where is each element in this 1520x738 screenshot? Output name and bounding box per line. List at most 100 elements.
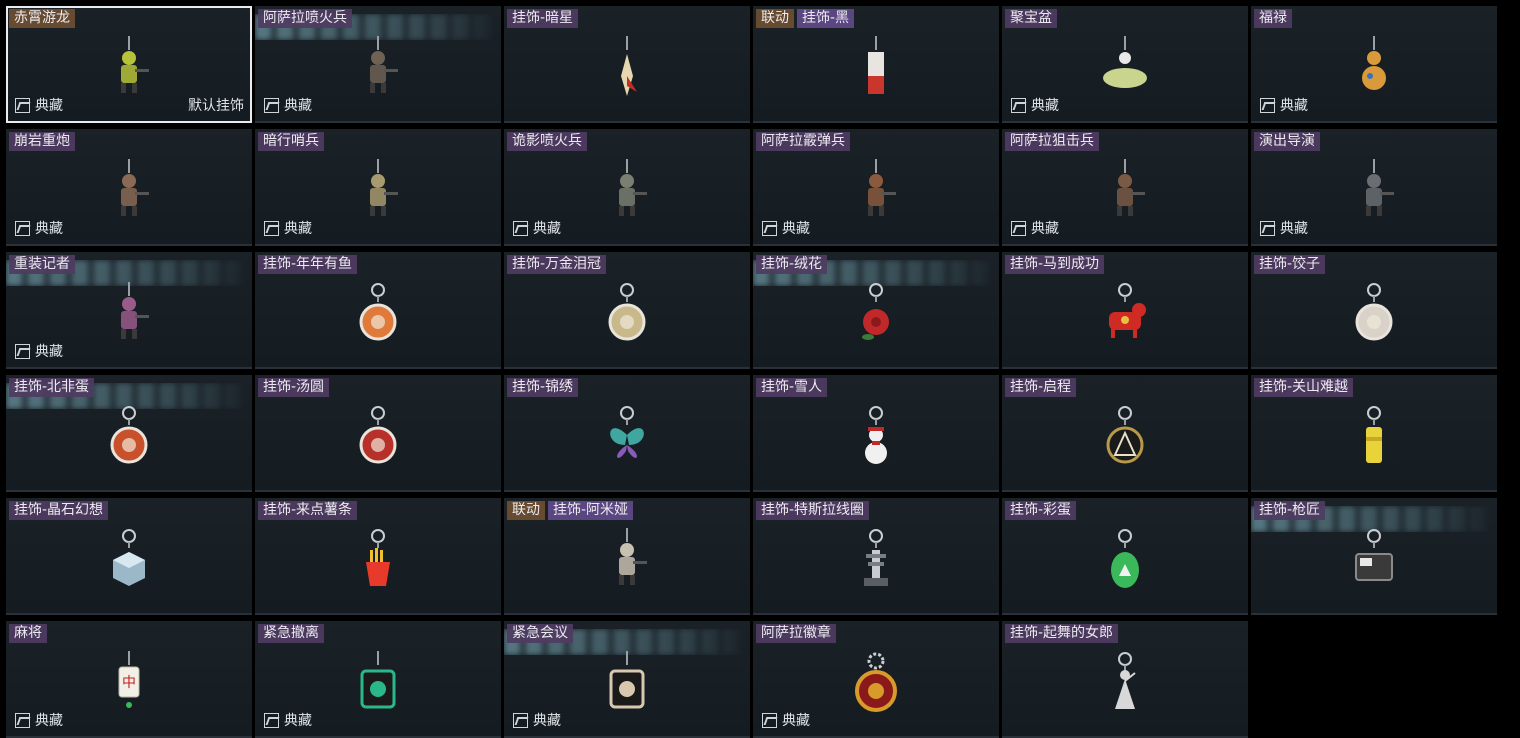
collection-icon xyxy=(264,712,279,728)
tangyuan-bowl-charm xyxy=(359,406,397,464)
charm-card[interactable]: 挂饰-绒花 xyxy=(753,252,999,369)
gourd-charm xyxy=(1362,36,1386,91)
green-egg-charm xyxy=(1111,529,1139,589)
charm-label-row: 福禄 xyxy=(1254,9,1292,28)
charm-card[interactable]: 紧急会议 典藏 xyxy=(504,621,750,738)
collection-badge: 典藏 xyxy=(1011,218,1059,238)
charm-title: 挂饰-绒花 xyxy=(756,255,828,274)
charm-card[interactable]: 联动 挂饰-黑 xyxy=(753,6,999,123)
director-charm xyxy=(1366,159,1394,217)
charm-card[interactable]: 挂饰-起舞的女郎 xyxy=(1002,621,1248,738)
charm-title: 挂饰-汤圆 xyxy=(258,378,330,397)
collection-icon xyxy=(513,712,528,728)
charm-label-row: 聚宝盆 xyxy=(1005,9,1057,28)
collection-badge: 典藏 xyxy=(15,95,63,115)
charm-card[interactable]: 挂饰-饺子 xyxy=(1251,252,1497,369)
collection-label: 典藏 xyxy=(1280,221,1308,237)
collection-icon xyxy=(15,220,30,236)
charm-title: 挂饰-暗星 xyxy=(507,9,579,28)
collection-label: 典藏 xyxy=(782,221,810,237)
charm-title: 挂饰-特斯拉线圈 xyxy=(756,501,870,520)
golden-crown-charm xyxy=(608,283,646,341)
charm-title: 挂饰-起舞的女郎 xyxy=(1005,624,1119,643)
charm-card[interactable]: 重装记者典藏 xyxy=(6,252,252,369)
charm-label-row: 阿萨拉喷火兵 xyxy=(258,9,352,28)
charm-card[interactable]: 演出导演 典藏 xyxy=(1251,129,1497,246)
charm-card[interactable]: 联动 挂饰-阿米娅 xyxy=(504,498,750,615)
charm-label-row: 赤霄游龙 xyxy=(9,9,75,28)
charm-title: 重装记者 xyxy=(9,255,75,274)
dragon-figure-charm xyxy=(121,36,149,94)
charm-label-row: 联动 挂饰-黑 xyxy=(756,9,855,28)
charm-label-row: 麻将 xyxy=(9,624,47,643)
charm-card[interactable]: 崩岩重炮 典藏 xyxy=(6,129,252,246)
charm-grid: 赤霄游龙 典藏 默认挂饰 阿萨拉喷火兵 典藏 挂饰-暗星 联动 挂饰-黑 聚宝盆 典藏 福禄 典藏 崩岩… xyxy=(6,6,1497,738)
collection-icon xyxy=(1260,97,1275,113)
charm-label-row: 挂饰-锦绣 xyxy=(507,378,579,397)
charm-label-row: 阿萨拉狙击兵 xyxy=(1005,132,1099,151)
charm-card[interactable]: 挂饰-枪匠 xyxy=(1251,498,1497,615)
charm-card[interactable]: 挂饰-汤圆 xyxy=(255,375,501,492)
charm-label-row: 挂饰-彩蛋 xyxy=(1005,501,1077,520)
black-card-charm xyxy=(868,36,884,95)
charm-card[interactable]: 暗行哨兵典藏 xyxy=(255,129,501,246)
charm-card[interactable]: 挂饰-特斯拉线圈 xyxy=(753,498,999,615)
charm-card[interactable]: 挂饰-来点薯条 xyxy=(255,498,501,615)
collection-label: 典藏 xyxy=(284,221,312,237)
charm-title: 聚宝盆 xyxy=(1005,9,1057,28)
charm-label-row: 挂饰-来点薯条 xyxy=(258,501,358,520)
charm-card[interactable]: 挂饰-年年有鱼 xyxy=(255,252,501,369)
charm-card[interactable]: 挂饰-彩蛋 xyxy=(1002,498,1248,615)
collection-label: 典藏 xyxy=(35,713,63,729)
charm-card[interactable]: 阿萨拉霰弹兵 典藏 xyxy=(753,129,999,246)
charm-card[interactable]: 挂饰-北非蛋 xyxy=(6,375,252,492)
charm-label-row: 挂饰-马到成功 xyxy=(1005,255,1105,274)
charm-card[interactable]: 赤霄游龙典藏 默认挂饰 xyxy=(6,6,252,123)
shakshuka-charm xyxy=(110,406,148,464)
charm-card[interactable]: 挂饰-万金泪冠 xyxy=(504,252,750,369)
asala-badge-charm xyxy=(855,652,897,713)
charm-card[interactable]: 聚宝盆 典藏 xyxy=(1002,6,1248,123)
charm-card[interactable]: 挂饰-马到成功 xyxy=(1002,252,1248,369)
charm-card[interactable]: 福禄典藏 xyxy=(1251,6,1497,123)
collection-label: 典藏 xyxy=(782,713,810,729)
collection-badge: 典藏 xyxy=(15,218,63,238)
charm-title: 挂饰-关山难越 xyxy=(1254,378,1354,397)
charm-card[interactable]: 挂饰-启程 xyxy=(1002,375,1248,492)
charm-card[interactable]: 挂饰-关山难越 xyxy=(1251,375,1497,492)
armored-reporter-charm xyxy=(121,282,149,340)
charm-title: 暗行哨兵 xyxy=(258,132,324,151)
mahjong-tile-charm: 中 xyxy=(118,651,140,709)
collection-badge: 典藏 xyxy=(1260,95,1308,115)
charm-card[interactable]: 挂饰-晶石幻想 xyxy=(6,498,252,615)
charm-label-row: 阿萨拉徽章 xyxy=(756,624,836,643)
charm-card[interactable]: 诡影喷火兵 典藏 xyxy=(504,129,750,246)
charm-title: 挂饰-马到成功 xyxy=(1005,255,1105,274)
collection-icon xyxy=(513,220,528,236)
collection-label: 典藏 xyxy=(284,98,312,114)
collection-badge: 典藏 xyxy=(15,341,63,361)
collection-badge: 典藏 xyxy=(264,218,312,238)
yellow-can-charm xyxy=(1366,406,1382,464)
charm-card[interactable]: 阿萨拉狙击兵典藏 xyxy=(1002,129,1248,246)
charm-card[interactable]: 挂饰-雪人 xyxy=(753,375,999,492)
charm-card[interactable]: 紧急撤离 典藏 xyxy=(255,621,501,738)
charm-card[interactable]: 挂饰-锦绣 xyxy=(504,375,750,492)
fish-plate-charm xyxy=(359,283,397,341)
default-charm-label: 默认挂饰 xyxy=(188,98,244,114)
collection-icon xyxy=(15,97,30,113)
flamethrower-soldier-charm xyxy=(370,36,398,94)
shotgunner-charm xyxy=(868,159,896,217)
charm-label-row: 挂饰-北非蛋 xyxy=(9,378,95,397)
charm-card[interactable]: 阿萨拉喷火兵典藏 xyxy=(255,6,501,123)
red-horse-charm xyxy=(1109,283,1146,339)
collab-badge: 联动 xyxy=(507,501,545,520)
collection-label: 典藏 xyxy=(284,713,312,729)
collection-label: 典藏 xyxy=(35,344,63,360)
charm-title: 挂饰-来点薯条 xyxy=(258,501,358,520)
charm-title: 挂饰-年年有鱼 xyxy=(258,255,358,274)
charm-card[interactable]: 麻将中典藏 xyxy=(6,621,252,738)
charm-label-row: 联动 挂饰-阿米娅 xyxy=(507,501,634,520)
charm-card[interactable]: 挂饰-暗星 xyxy=(504,6,750,123)
charm-card[interactable]: 阿萨拉徽章 典藏 xyxy=(753,621,999,738)
